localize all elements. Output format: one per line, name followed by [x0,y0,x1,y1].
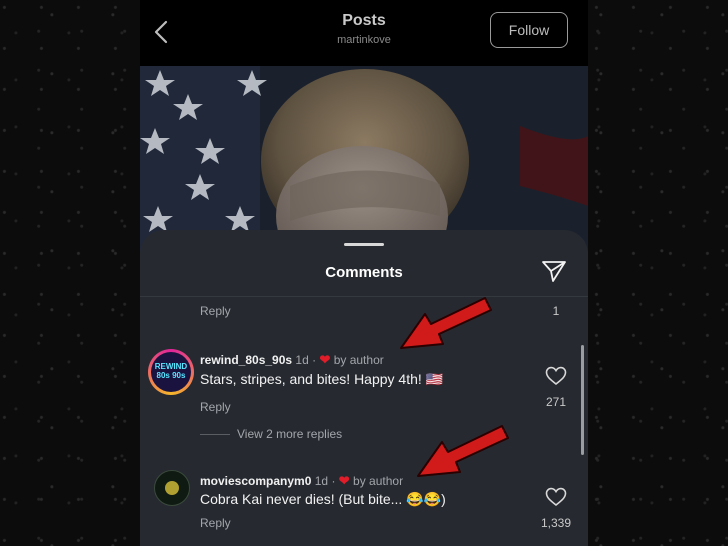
comment-meta: rewind_80s_90s 1d · ❤ by author [200,352,384,367]
follow-button[interactable]: Follow [490,12,568,48]
like-count: 1 [552,304,560,318]
comments-sheet: Comments Reply 1 REWIND 80s 90s rewind_8… [140,230,588,546]
comment-time: 1d [314,474,329,488]
comment-text: Cobra Kai never dies! (But bite... 😂😂) [200,491,446,507]
comments-title: Comments [325,264,403,281]
reply-button[interactable]: Reply [200,304,231,318]
annotation-arrow-icon [417,425,509,477]
post-photo [140,66,588,256]
phone-screen: Posts martinkove Follow Comments Reply 1… [140,0,588,546]
reply-button[interactable]: Reply [200,400,231,414]
like-count: 1,339 [540,516,572,530]
avatar-logo-text: REWIND 80s 90s [154,362,188,380]
comment-meta: moviescompanym0 1d · ❤ by author [200,473,404,488]
comment-text: Stars, stripes, and bites! Happy 4th! 🇺🇸 [200,371,444,387]
comment-time: 1d [295,353,309,367]
heart-outline-icon[interactable] [545,366,567,386]
avatar[interactable] [154,470,190,506]
reply-button[interactable]: Reply [200,516,231,530]
liked-by-author: by author [353,474,404,488]
annotation-arrow-icon [400,297,492,349]
drag-handle[interactable] [344,243,384,246]
heart-icon: ❤ [338,473,350,488]
like-count: 271 [545,395,567,409]
send-icon[interactable] [541,259,567,283]
comment-username[interactable]: rewind_80s_90s [200,353,292,367]
comment-username[interactable]: moviescompanym0 [200,474,311,488]
heart-outline-icon[interactable] [545,487,567,507]
scrollbar[interactable] [581,345,584,455]
replies-line [200,434,230,435]
heart-icon: ❤ [319,352,331,367]
liked-by-author: by author [333,353,384,367]
view-more-replies[interactable]: View 2 more replies [237,427,342,441]
header-divider [140,296,588,297]
avatar[interactable]: REWIND 80s 90s [148,349,194,395]
top-bar: Posts martinkove Follow [140,0,588,66]
